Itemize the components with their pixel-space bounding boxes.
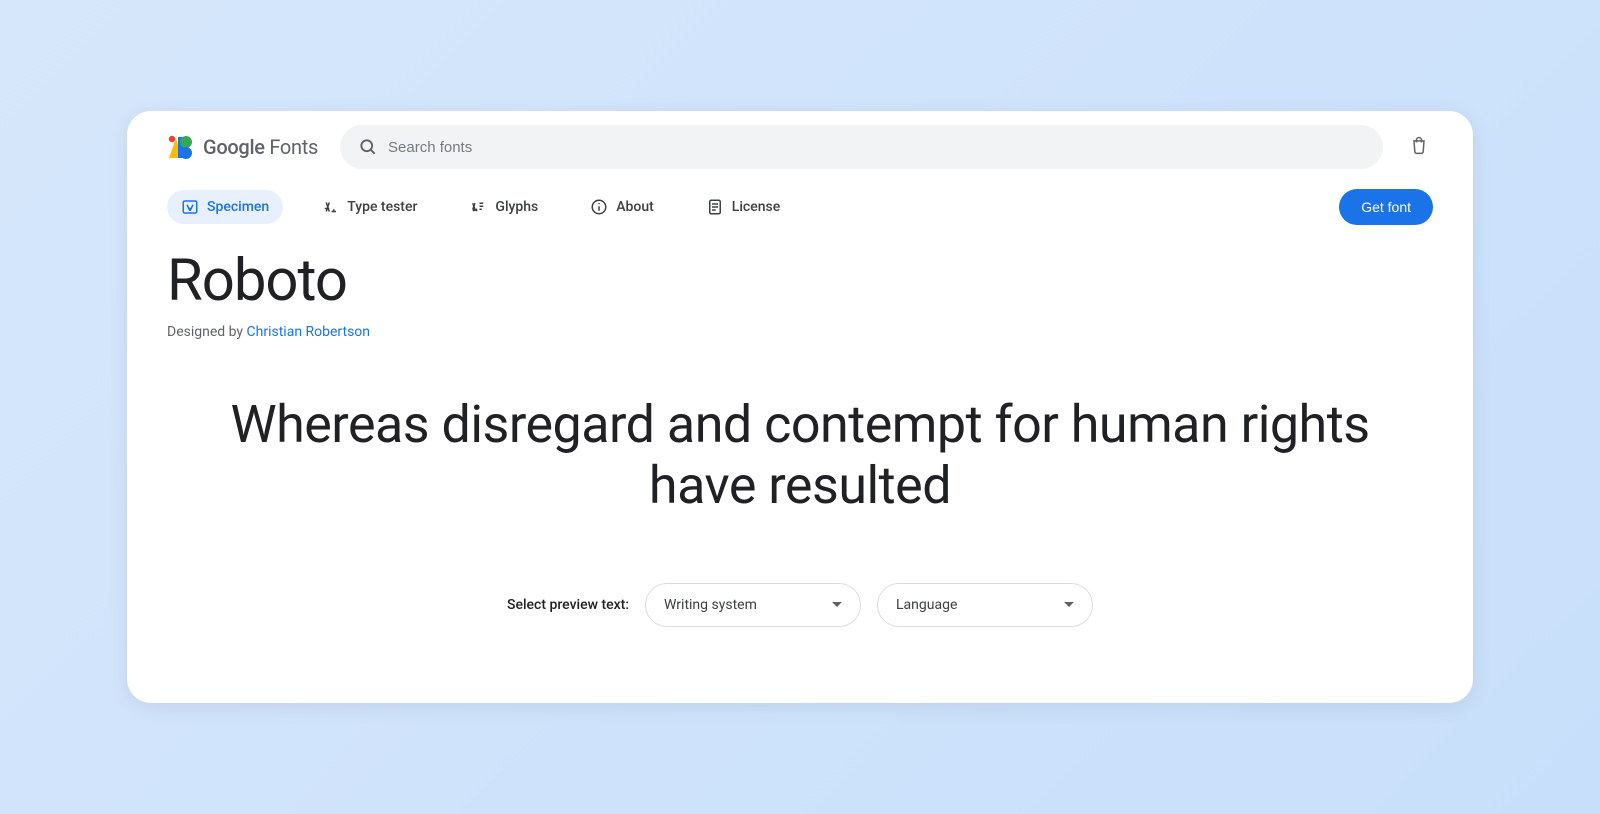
header: Google Fonts <box>127 111 1473 175</box>
search-field[interactable] <box>340 125 1383 169</box>
tab-label: Specimen <box>207 199 269 215</box>
writing-system-select[interactable]: Writing system <box>645 583 861 627</box>
language-select[interactable]: Language <box>877 583 1093 627</box>
shopping-bag-icon <box>1409 135 1429 159</box>
tabs: Specimen Type tester Glyphs <box>127 175 1473 237</box>
google-fonts-logo-icon <box>167 134 193 160</box>
brand-logo[interactable]: Google Fonts <box>167 134 318 160</box>
preview-text[interactable]: Whereas disregard and contempt for human… <box>171 394 1429 517</box>
info-icon <box>590 198 608 216</box>
preview-controls: Select preview text: Writing system Lang… <box>127 583 1473 645</box>
select-value: Language <box>896 597 957 613</box>
tab-about[interactable]: About <box>576 190 668 224</box>
license-icon <box>706 198 724 216</box>
tab-label: Glyphs <box>495 199 538 215</box>
search-input[interactable] <box>388 139 1365 156</box>
app-card: Google Fonts <box>127 111 1473 703</box>
get-font-button[interactable]: Get font <box>1339 189 1433 225</box>
specimen-icon <box>181 198 199 216</box>
tab-specimen[interactable]: Specimen <box>167 190 283 224</box>
select-value: Writing system <box>664 597 757 613</box>
tab-label: About <box>616 199 654 215</box>
tab-type-tester[interactable]: Type tester <box>307 190 431 224</box>
search-icon <box>358 137 378 157</box>
title-block: Roboto Designed by Christian Robertson <box>127 237 1473 340</box>
preview-block: Whereas disregard and contempt for human… <box>127 394 1473 517</box>
tab-glyphs[interactable]: Glyphs <box>455 190 552 224</box>
chevron-down-icon <box>832 602 842 607</box>
glyphs-icon <box>469 198 487 216</box>
designer-link[interactable]: Christian Robertson <box>247 324 371 340</box>
tab-label: License <box>732 199 780 215</box>
font-title: Roboto <box>167 251 1433 312</box>
type-tester-icon <box>321 198 339 216</box>
chevron-down-icon <box>1064 602 1074 607</box>
designer-line: Designed by Christian Robertson <box>167 324 1433 340</box>
preview-controls-label: Select preview text: <box>507 597 629 613</box>
shopping-bag-button[interactable] <box>1405 133 1433 161</box>
tab-license[interactable]: License <box>692 190 794 224</box>
brand-text: Google Fonts <box>203 135 318 159</box>
designed-by-prefix: Designed by <box>167 324 247 340</box>
tab-label: Type tester <box>347 199 417 215</box>
